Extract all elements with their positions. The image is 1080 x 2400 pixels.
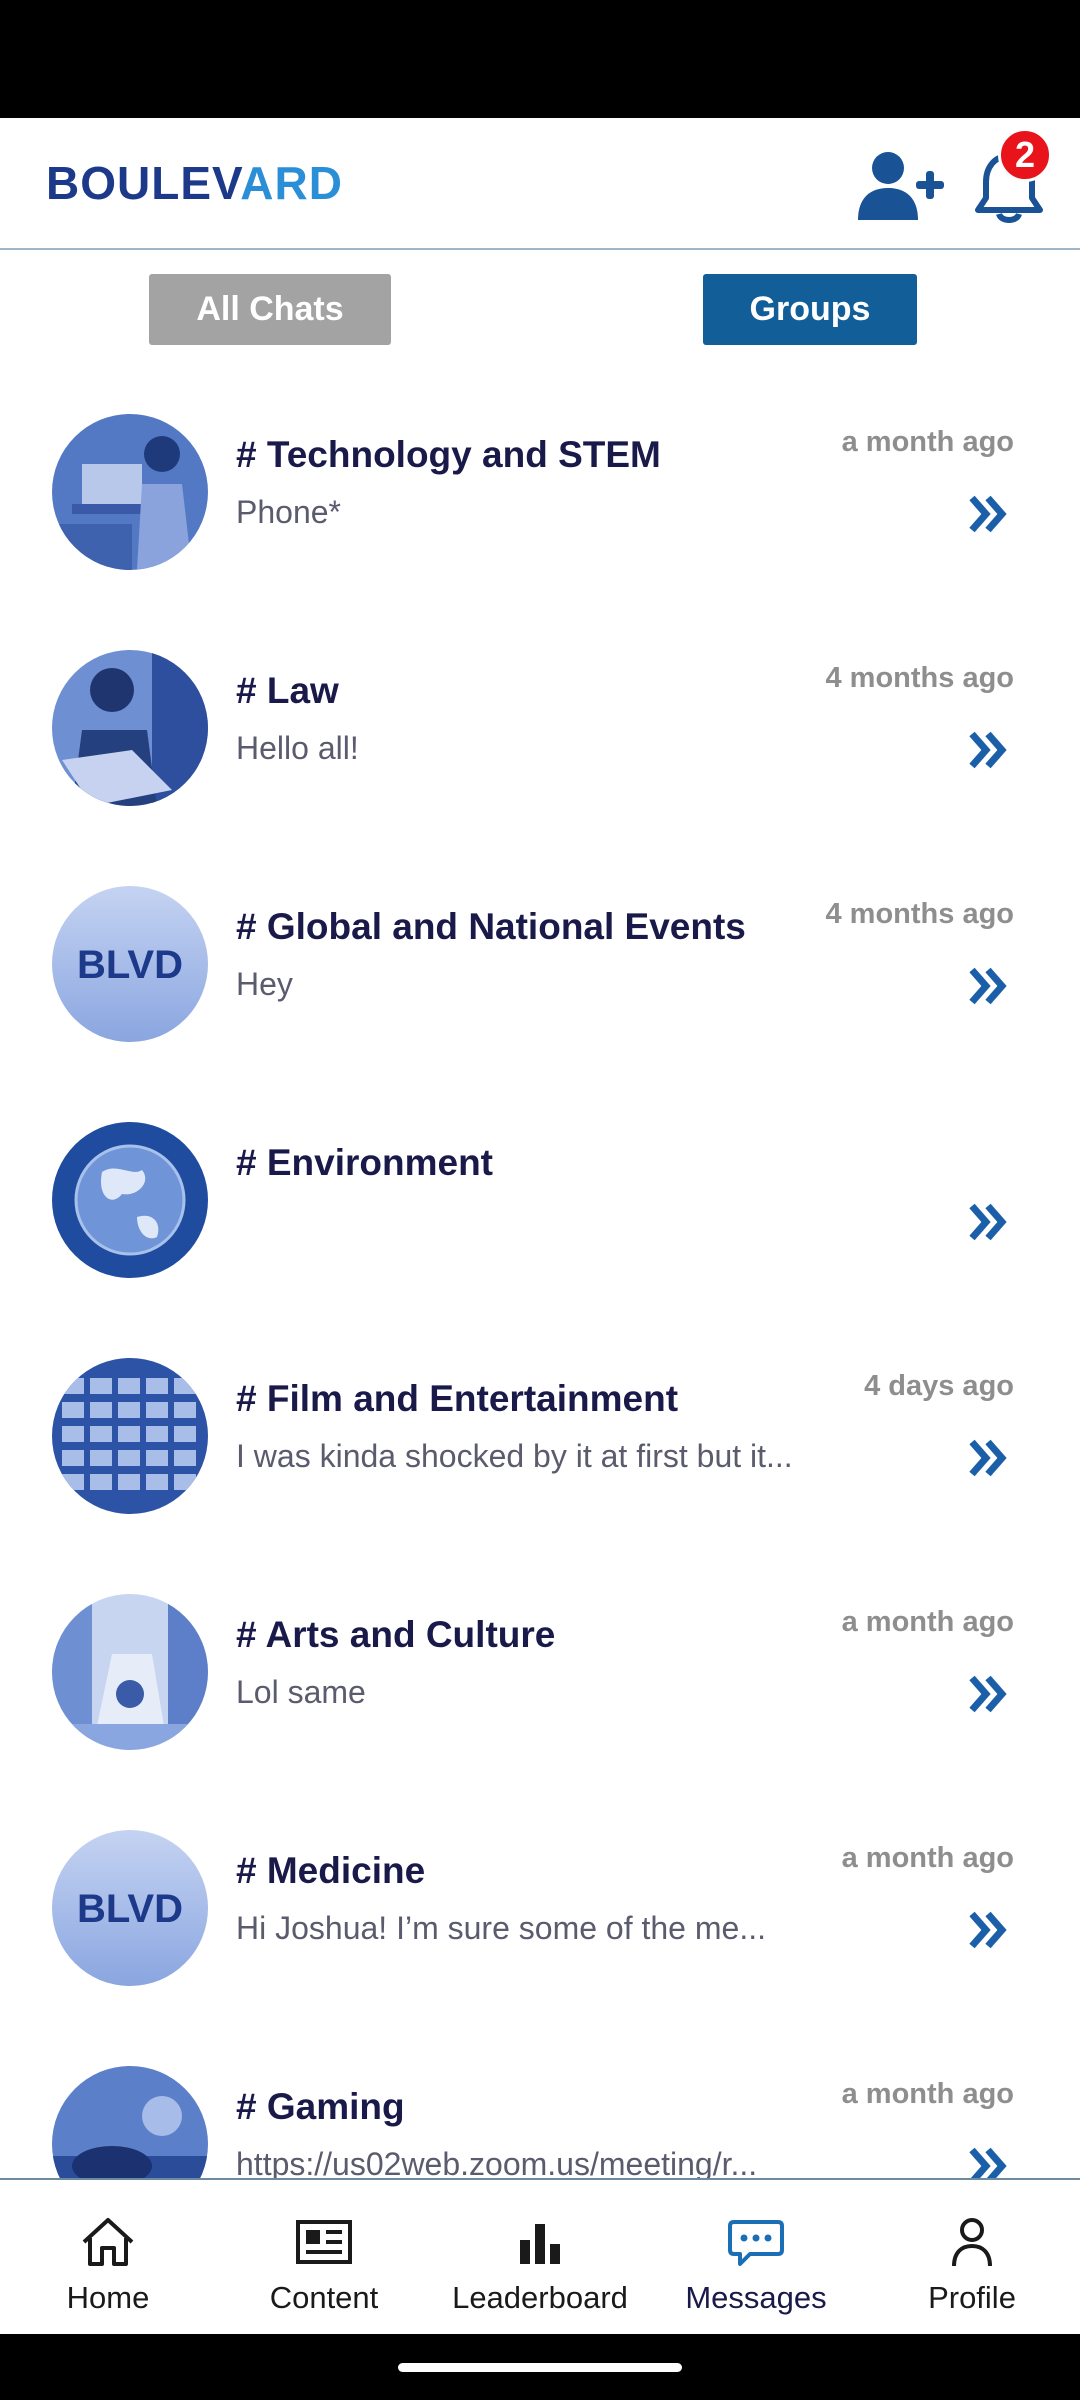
double-chevron-right-icon[interactable]: [968, 730, 1008, 770]
all-chats-button[interactable]: All Chats: [149, 274, 391, 345]
logo-text-a: BOULEV: [46, 157, 241, 209]
group-row-arts[interactable]: # Arts and Culture Lol same a month ago: [0, 1578, 1080, 1814]
group-avatar: BLVD: [52, 1830, 208, 1986]
nav-label: Content: [269, 2280, 379, 2315]
groups-button[interactable]: Groups: [703, 274, 917, 345]
group-avatar: [52, 1594, 208, 1750]
group-row-environment[interactable]: # Environment: [0, 1106, 1080, 1342]
person-icon: [952, 2218, 992, 2267]
group-timestamp: a month ago: [841, 1606, 1014, 1638]
app-screen: BOULEVARD 2 All Chats Groups # Technolog…: [0, 118, 1080, 2334]
group-title: # Global and National Events: [236, 906, 746, 947]
nav-content[interactable]: Content: [216, 2180, 432, 2334]
group-timestamp: a month ago: [841, 2078, 1014, 2110]
group-title: # Film and Entertainment: [236, 1378, 679, 1419]
double-chevron-right-icon[interactable]: [968, 1910, 1008, 1950]
home-indicator[interactable]: [398, 2363, 682, 2372]
bar-chart-icon: [520, 2224, 560, 2264]
double-chevron-right-icon[interactable]: [968, 1202, 1008, 1242]
double-chevron-right-icon[interactable]: [968, 494, 1008, 534]
nav-label: Home: [66, 2280, 150, 2315]
group-timestamp: a month ago: [841, 1842, 1014, 1874]
group-title: # Medicine: [236, 1850, 426, 1891]
nav-label: Messages: [685, 2280, 827, 2315]
group-last-message: Hey: [236, 966, 293, 1002]
group-title: # Arts and Culture: [236, 1614, 556, 1655]
group-row-law[interactable]: # Law Hello all! 4 months ago: [0, 634, 1080, 870]
notification-badge: 2: [998, 128, 1052, 182]
group-title: # Law: [236, 670, 339, 711]
blvd-logo-text: BLVD: [77, 943, 183, 987]
app-header: BOULEVARD 2: [0, 118, 1080, 250]
blvd-logo-text: BLVD: [77, 1887, 183, 1931]
double-chevron-right-icon[interactable]: [968, 1674, 1008, 1714]
group-avatar: [52, 1122, 208, 1278]
group-list: # Technology and STEM Phone* a month ago…: [0, 398, 1080, 2198]
chat-bubble-icon: [728, 2220, 784, 2266]
group-row-technology[interactable]: # Technology and STEM Phone* a month ago: [0, 398, 1080, 634]
group-title: # Environment: [236, 1142, 493, 1183]
double-chevron-right-icon[interactable]: [968, 1438, 1008, 1478]
home-icon: [82, 2218, 134, 2266]
double-chevron-right-icon[interactable]: [968, 966, 1008, 1006]
group-last-message: Lol same: [236, 1674, 366, 1710]
group-last-message: I was kinda shocked by it at first but i…: [236, 1438, 793, 1474]
add-user-icon[interactable]: [856, 148, 946, 224]
group-title: # Technology and STEM: [236, 434, 661, 475]
group-timestamp: 4 months ago: [825, 662, 1014, 694]
status-bar: [0, 0, 1080, 118]
group-row-gaming[interactable]: # Gaming https://us02web.zoom.us/meeting…: [0, 2050, 1080, 2198]
nav-profile[interactable]: Profile: [864, 2180, 1080, 2334]
group-avatar: [52, 650, 208, 806]
group-timestamp: a month ago: [841, 426, 1014, 458]
nav-label: Profile: [928, 2280, 1016, 2315]
group-avatar: [52, 1358, 208, 1514]
group-row-film[interactable]: # Film and Entertainment I was kinda sho…: [0, 1342, 1080, 1578]
nav-leaderboard[interactable]: Leaderboard: [432, 2180, 648, 2334]
group-last-message: Phone*: [236, 494, 341, 530]
boulevard-logo[interactable]: BOULEVARD: [46, 156, 343, 210]
logo-text-b: ARD: [240, 157, 343, 209]
group-row-medicine[interactable]: BLVD # Medicine Hi Joshua! I’m sure some…: [0, 1814, 1080, 2050]
nav-label: Leaderboard: [452, 2280, 628, 2315]
nav-messages[interactable]: Messages: [648, 2180, 864, 2334]
group-last-message: Hello all!: [236, 730, 359, 766]
group-row-global-events[interactable]: BLVD # Global and National Events Hey 4 …: [0, 870, 1080, 1106]
group-last-message: Hi Joshua! I’m sure some of the me...: [236, 1910, 766, 1946]
group-title: # Gaming: [236, 2086, 405, 2127]
group-timestamp: 4 days ago: [864, 1370, 1014, 1402]
newspaper-icon: [296, 2220, 352, 2264]
group-avatar: [52, 414, 208, 570]
bottom-navigation: Home Content Leaderboard Messages Profil…: [0, 2178, 1080, 2334]
group-avatar: BLVD: [52, 886, 208, 1042]
nav-home[interactable]: Home: [0, 2180, 216, 2334]
group-timestamp: 4 months ago: [825, 898, 1014, 930]
